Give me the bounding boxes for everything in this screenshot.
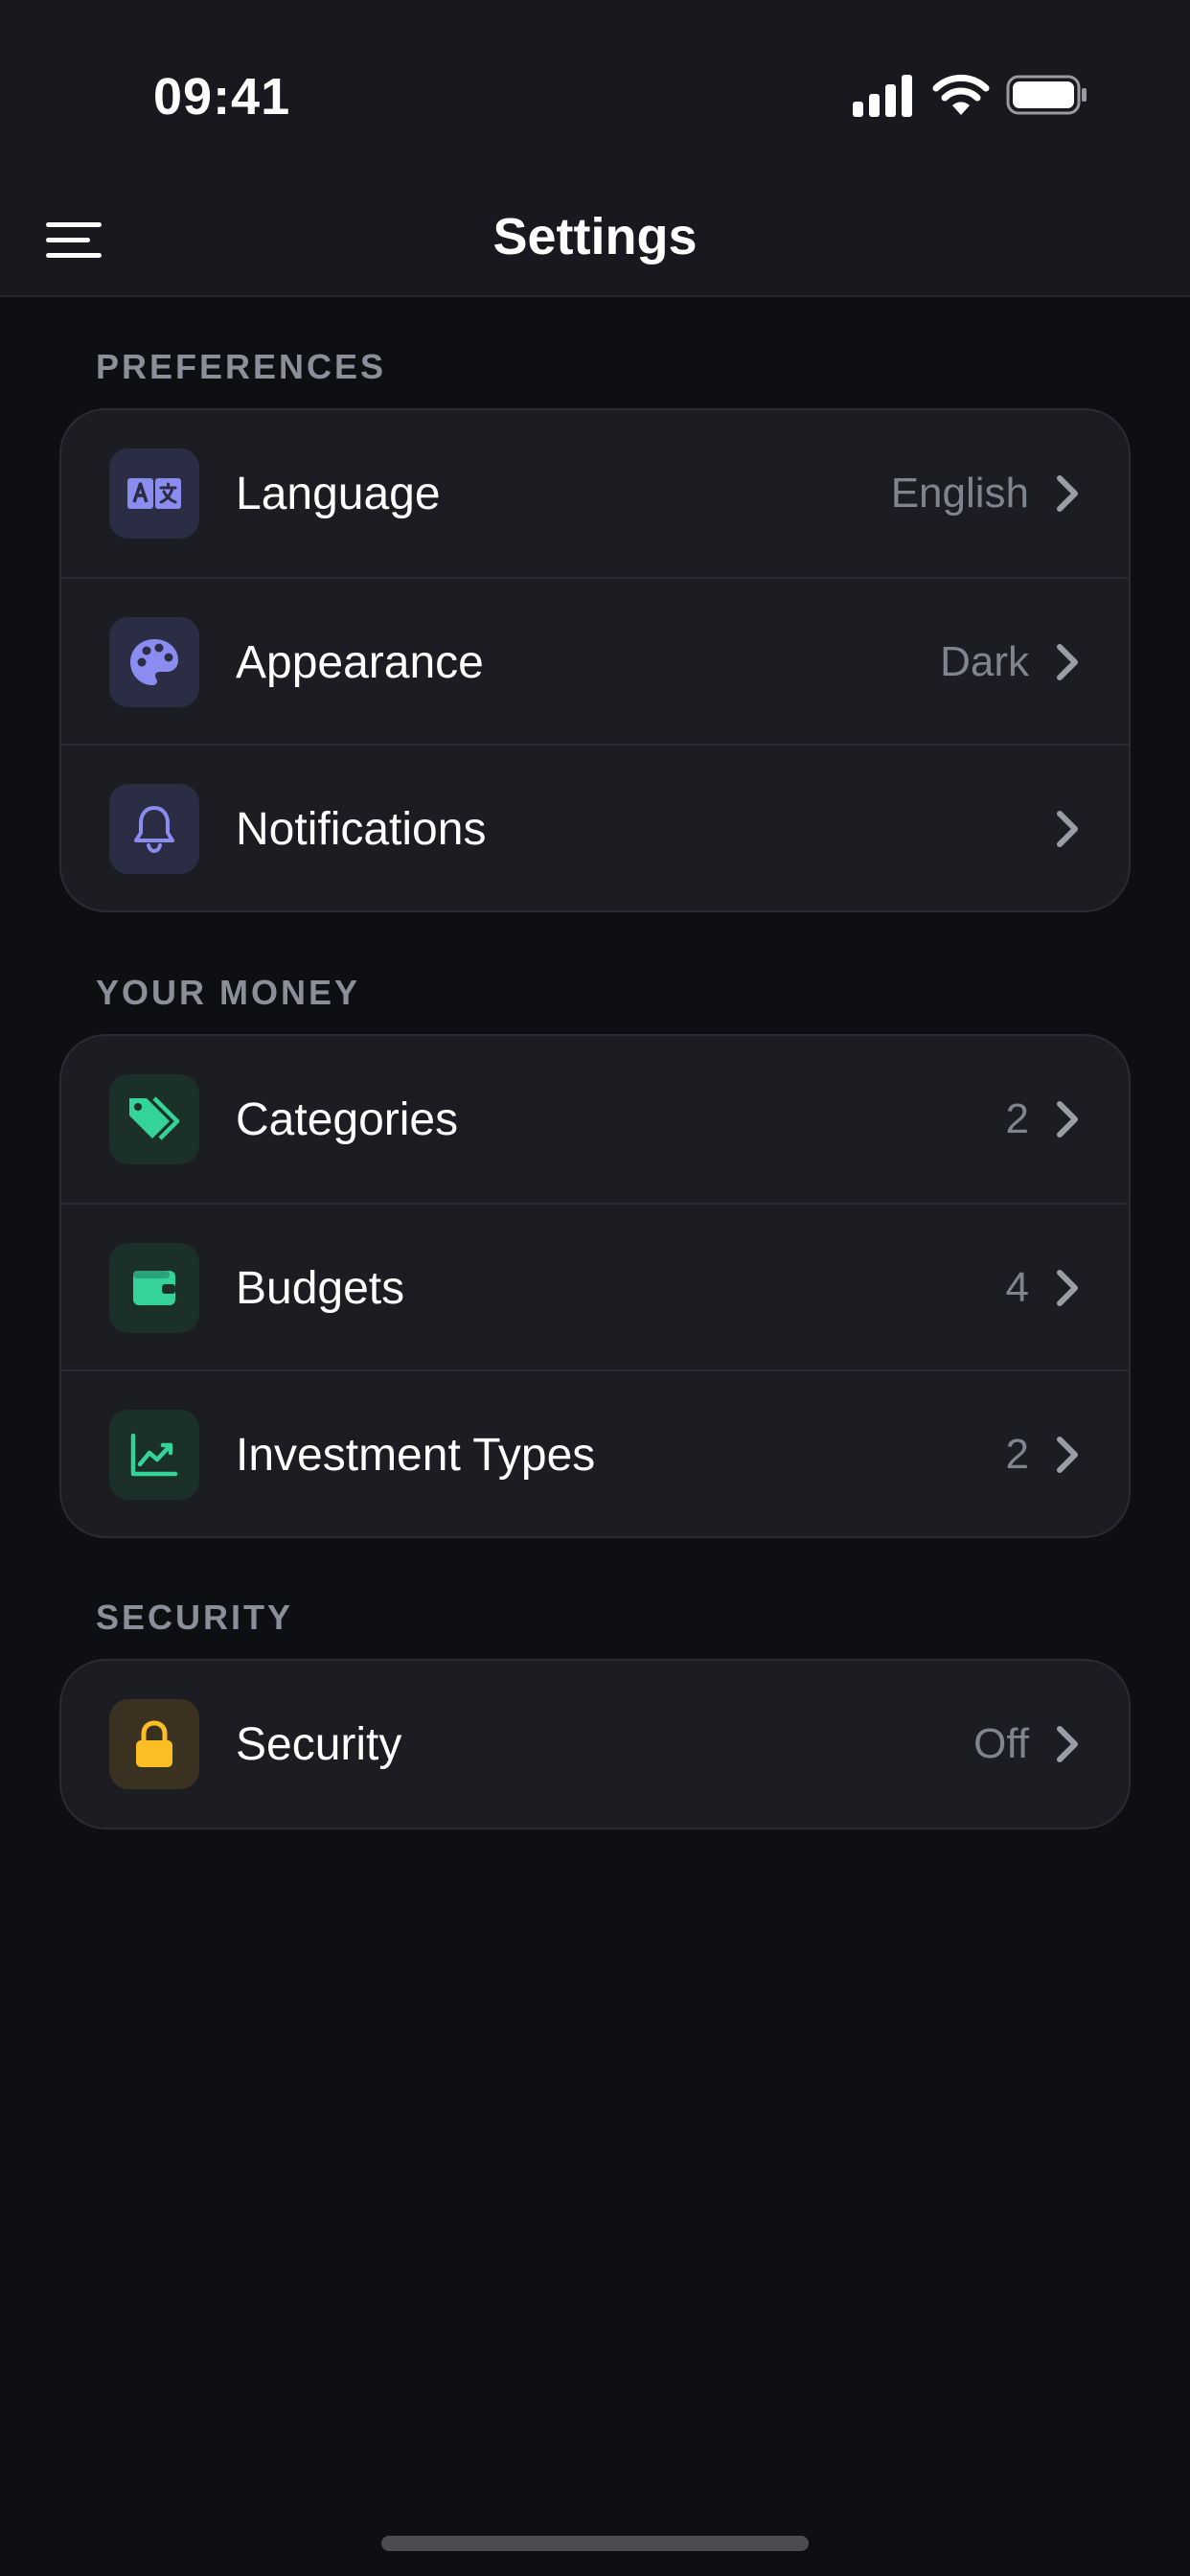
bell-icon [109, 784, 199, 874]
row-value: Dark [940, 638, 1029, 685]
tag-icon [109, 1074, 199, 1164]
settings-row-budgets[interactable]: Budgets 4 [61, 1203, 1129, 1369]
chevron-right-icon [1057, 1726, 1078, 1762]
row-label: Notifications [236, 803, 487, 855]
security-card: Security Off [59, 1659, 1131, 1829]
settings-row-investment-types[interactable]: Investment Types 2 [61, 1369, 1129, 1536]
page-title: Settings [492, 208, 698, 265]
chevron-right-icon [1057, 1270, 1078, 1306]
settings-screen: 09:41 Settings PREFERENCES Language Engl… [0, 0, 1190, 2576]
chart-icon [109, 1410, 199, 1500]
section-label-preferences: PREFERENCES [96, 347, 387, 386]
row-value: 2 [1005, 1095, 1029, 1142]
settings-row-security[interactable]: Security Off [61, 1661, 1129, 1828]
header: 09:41 Settings [0, 0, 1190, 297]
chevron-right-icon [1057, 1101, 1078, 1138]
row-label: Language [236, 468, 441, 519]
battery-icon [1006, 75, 1087, 115]
settings-row-notifications[interactable]: Notifications [61, 744, 1129, 910]
row-label: Categories [236, 1093, 459, 1145]
your-money-card: Categories 2 Budgets 4 Investment Types … [59, 1034, 1131, 1538]
palette-icon [109, 617, 199, 707]
row-value: English [890, 470, 1029, 517]
row-value: Off [973, 1720, 1029, 1767]
preferences-card: Language English Appearance Dark Notific… [59, 408, 1131, 912]
row-label: Security [236, 1718, 402, 1770]
row-label: Budgets [236, 1262, 405, 1314]
row-label: Appearance [236, 636, 484, 688]
lock-icon [109, 1699, 199, 1789]
row-value: 2 [1005, 1431, 1029, 1478]
translate-icon [109, 448, 199, 539]
section-label-your-money: YOUR MONEY [96, 973, 361, 1012]
section-label-security: SECURITY [96, 1598, 294, 1637]
wifi-icon [932, 74, 990, 115]
row-value: 4 [1005, 1264, 1029, 1311]
settings-row-categories[interactable]: Categories 2 [61, 1036, 1129, 1203]
chevron-right-icon [1057, 475, 1078, 512]
settings-row-language[interactable]: Language English [61, 410, 1129, 577]
settings-row-appearance[interactable]: Appearance Dark [61, 577, 1129, 744]
chevron-right-icon [1057, 644, 1078, 680]
status-icons [853, 73, 1092, 117]
row-label: Investment Types [236, 1429, 596, 1481]
wallet-icon [109, 1243, 199, 1333]
status-time: 09:41 [153, 68, 291, 126]
chevron-right-icon [1057, 1437, 1078, 1473]
cellular-signal-icon [853, 75, 912, 117]
chevron-right-icon [1057, 811, 1078, 847]
home-indicator[interactable] [381, 2536, 809, 2551]
